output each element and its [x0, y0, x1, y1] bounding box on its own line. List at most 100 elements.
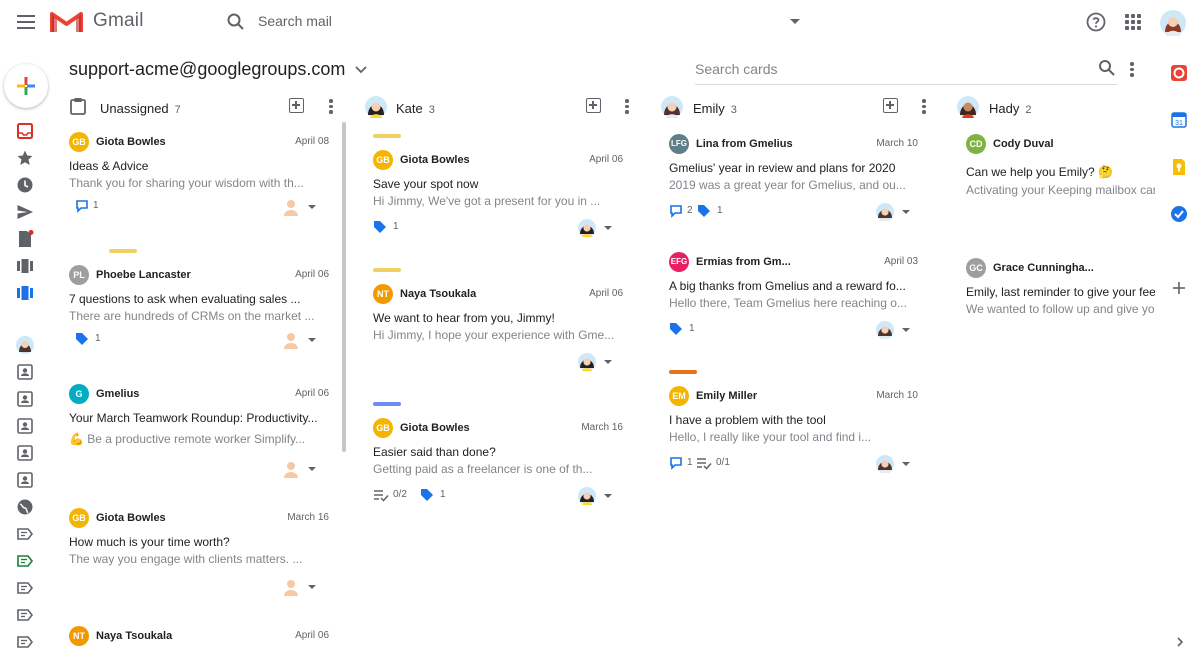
- assign-chevron-down-icon[interactable]: [604, 226, 612, 230]
- card-date: April 03: [884, 256, 918, 267]
- card[interactable]: GB Giota Bowles April 06 Save your spot …: [373, 134, 633, 244]
- assignee-avatar[interactable]: [578, 487, 596, 505]
- assign-chevron-down-icon[interactable]: [308, 585, 316, 589]
- label-icon[interactable]: [16, 579, 34, 597]
- google-apps-icon[interactable]: [1125, 14, 1141, 30]
- search-cards-field[interactable]: [695, 58, 1117, 85]
- card[interactable]: EFG Ermias from Gm... April 03 A big tha…: [669, 252, 929, 352]
- shared-inbox-icon[interactable]: [16, 417, 34, 435]
- assignee-avatar[interactable]: [876, 321, 894, 339]
- comment-icon: [670, 205, 682, 218]
- sender-avatar: G: [69, 384, 89, 404]
- account-avatar[interactable]: [1160, 10, 1186, 36]
- assign-chevron-down-icon[interactable]: [308, 467, 316, 471]
- add-addon-plus-icon[interactable]: [1170, 279, 1188, 297]
- shared-board-icon[interactable]: [16, 284, 34, 302]
- assign-chevron-down-icon[interactable]: [902, 462, 910, 466]
- search-options-chevron-down-icon[interactable]: [790, 19, 800, 24]
- search-cards-input[interactable]: [695, 58, 1075, 77]
- shared-inbox-icon[interactable]: [16, 390, 34, 408]
- assign-chevron-down-icon[interactable]: [604, 494, 612, 498]
- snoozed-clock-icon[interactable]: [16, 176, 34, 194]
- add-card-button[interactable]: [289, 98, 304, 113]
- contact-avatar-icon[interactable]: [16, 336, 34, 354]
- shared-inbox-icon[interactable]: [16, 444, 34, 462]
- shared-inbox-icon[interactable]: [16, 471, 34, 489]
- sender-name: Cody Duval: [993, 138, 1054, 150]
- search-mail-input[interactable]: [258, 13, 778, 29]
- card-meta-row: 1: [373, 219, 633, 237]
- assign-chevron-down-icon[interactable]: [902, 328, 910, 332]
- assign-chevron-down-icon[interactable]: [308, 338, 316, 342]
- globe-icon[interactable]: [16, 498, 34, 516]
- card-subject: 7 questions to ask when evaluating sales…: [69, 292, 301, 306]
- column-more-options-icon[interactable]: [922, 99, 926, 114]
- board-icon[interactable]: [16, 257, 34, 275]
- column-header: Hady 2: [957, 94, 1155, 120]
- card[interactable]: GB Giota Bowles April 08 Ideas & Advice …: [69, 132, 329, 232]
- board-more-options-icon[interactable]: [1130, 62, 1134, 78]
- assignee-avatar[interactable]: [876, 203, 894, 221]
- star-icon[interactable]: [16, 149, 34, 167]
- column-header: Emily 3: [661, 94, 933, 120]
- card-date: March 10: [876, 138, 918, 149]
- gmelius-icon[interactable]: [1170, 64, 1188, 82]
- sender-avatar: GB: [69, 508, 89, 528]
- card[interactable]: CD Cody Duval Can we help you Emily? 🤔 A…: [966, 134, 1155, 234]
- tasks-icon[interactable]: [1170, 205, 1188, 223]
- column-more-options-icon[interactable]: [625, 99, 629, 114]
- card[interactable]: GB Giota Bowles March 16 How much is you…: [69, 508, 329, 608]
- assignee-avatar[interactable]: [578, 219, 596, 237]
- card[interactable]: PL Phoebe Lancaster April 06 7 questions…: [69, 249, 329, 359]
- help-icon[interactable]: [1086, 12, 1106, 32]
- card-label-bar: [109, 249, 137, 253]
- shared-inbox-icon[interactable]: [16, 363, 34, 381]
- label-icon[interactable]: [16, 606, 34, 624]
- card-sender-row: NT Naya Tsoukala April 06: [69, 626, 329, 646]
- card[interactable]: LFG Lina from Gmelius March 10 Gmelius' …: [669, 134, 929, 234]
- label-icon[interactable]: [16, 552, 34, 570]
- assignee-avatar[interactable]: [578, 353, 596, 371]
- sent-icon[interactable]: [16, 203, 34, 221]
- label-icon[interactable]: [16, 525, 34, 543]
- column-name: Unassigned: [100, 101, 169, 116]
- drafts-icon[interactable]: [16, 230, 34, 248]
- card-subject: How much is your time worth?: [69, 535, 230, 549]
- card[interactable]: EM Emily Miller March 10 I have a proble…: [669, 370, 929, 480]
- card[interactable]: NT Naya Tsoukala April 06: [69, 626, 329, 656]
- add-card-button[interactable]: [883, 98, 898, 113]
- board-chevron-down-icon[interactable]: [354, 63, 368, 77]
- calendar-icon[interactable]: 31: [1170, 111, 1188, 129]
- card[interactable]: GC Grace Cunningha... Emily, last remind…: [966, 258, 1155, 358]
- inbox-icon[interactable]: [16, 122, 34, 140]
- assign-chevron-down-icon[interactable]: [902, 210, 910, 214]
- assignee-avatar[interactable]: [876, 455, 894, 473]
- column-scrollbar[interactable]: [342, 122, 346, 452]
- card-date: April 06: [589, 154, 623, 165]
- unassigned-avatar-icon[interactable]: [282, 460, 300, 478]
- keep-icon[interactable]: [1170, 158, 1188, 176]
- sender-avatar: GB: [373, 150, 393, 170]
- sender-name: Ermias from Gm...: [696, 256, 791, 268]
- assign-chevron-down-icon[interactable]: [604, 360, 612, 364]
- search-icon[interactable]: [1098, 59, 1116, 77]
- gmail-logo-icon[interactable]: [50, 10, 83, 34]
- card[interactable]: NT Naya Tsoukala April 06 We want to hea…: [373, 268, 633, 378]
- card[interactable]: G Gmelius April 06 Your March Teamwork R…: [69, 384, 329, 484]
- search-icon[interactable]: [226, 12, 246, 32]
- card-date: March 16: [581, 422, 623, 433]
- assign-chevron-down-icon[interactable]: [308, 205, 316, 209]
- card[interactable]: GB Giota Bowles March 16 Easier said tha…: [373, 402, 633, 512]
- label-icon[interactable]: [16, 633, 34, 651]
- column-more-options-icon[interactable]: [329, 99, 333, 114]
- unassigned-avatar-icon[interactable]: [282, 331, 300, 349]
- card-sender-row: G Gmelius April 06: [69, 384, 329, 404]
- expand-chevron-right-icon[interactable]: [1174, 636, 1186, 648]
- main-menu-icon[interactable]: [17, 15, 35, 29]
- card-subject: Can we help you Emily? 🤔: [966, 165, 1114, 179]
- unassigned-avatar-icon[interactable]: [282, 578, 300, 596]
- add-card-button[interactable]: [586, 98, 601, 113]
- compose-button[interactable]: [4, 64, 48, 108]
- unassigned-avatar-icon[interactable]: [282, 198, 300, 216]
- board-title[interactable]: support-acme@googlegroups.com: [69, 59, 345, 80]
